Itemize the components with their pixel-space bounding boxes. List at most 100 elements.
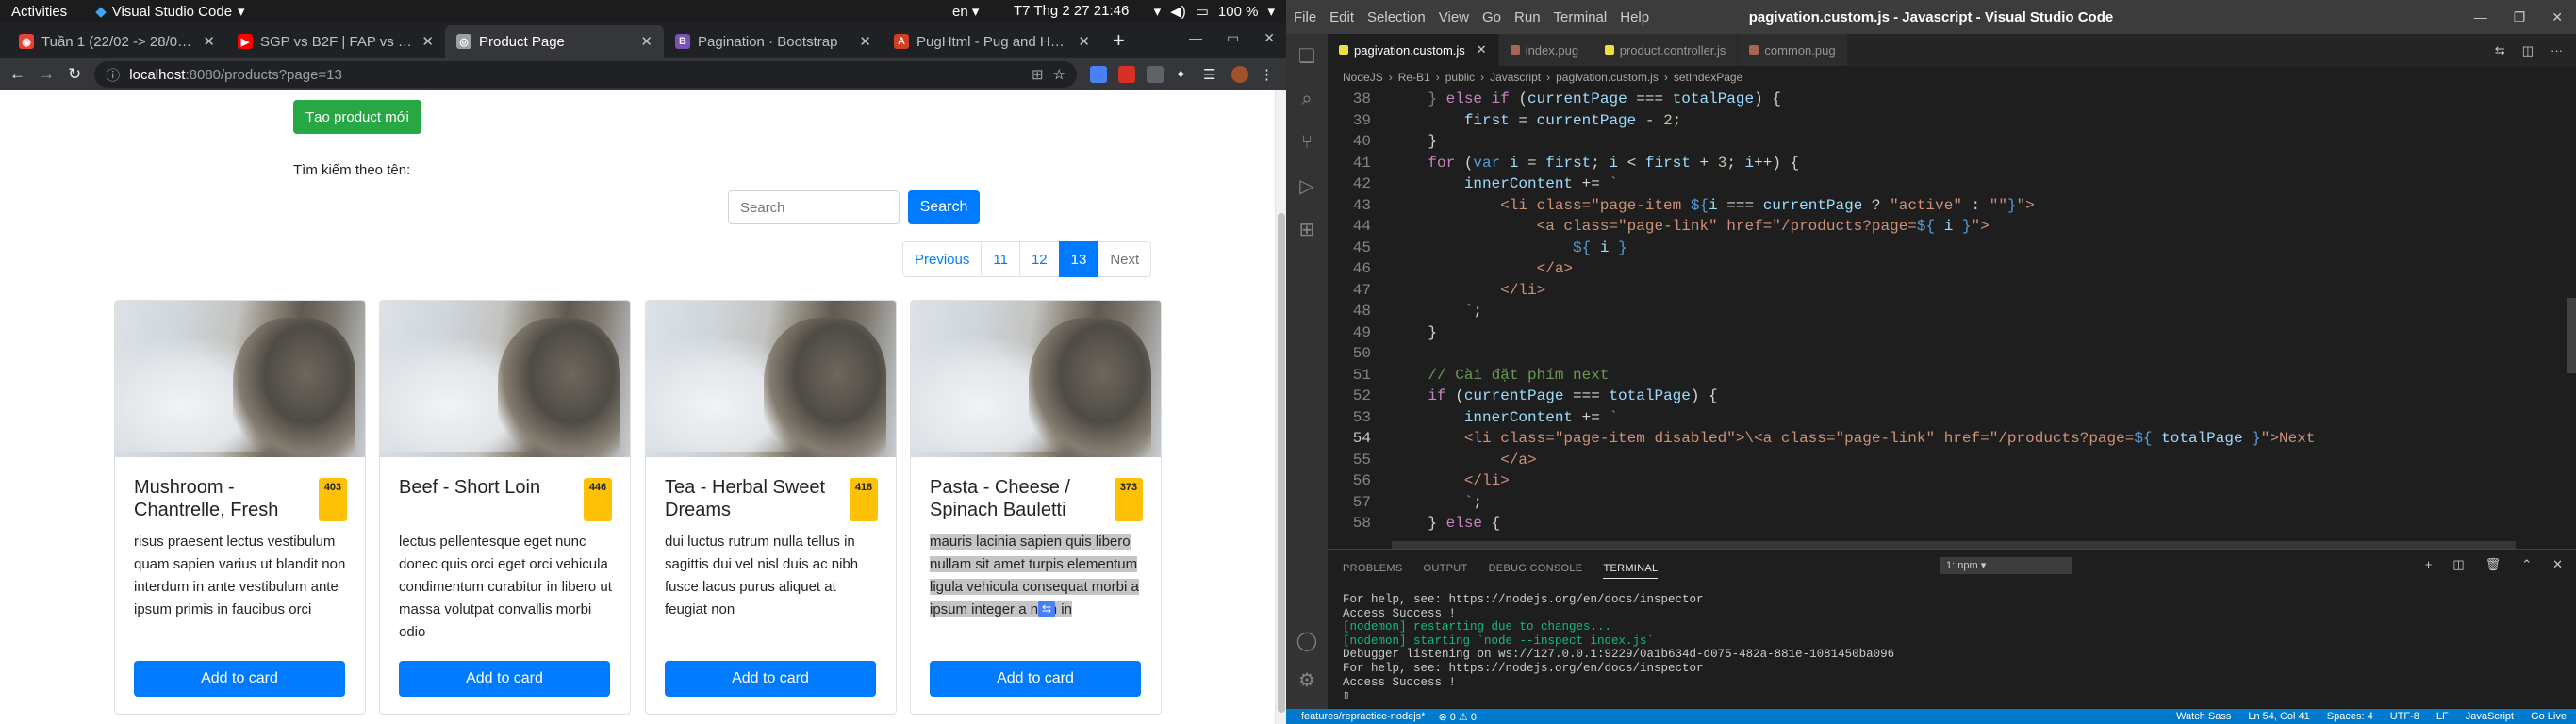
maximize-panel-icon[interactable]: ⌃ [2521, 557, 2532, 572]
page-link[interactable]: 13 [1058, 241, 1099, 277]
run-debug-icon[interactable]: ▷ [1286, 164, 1328, 207]
back-arrow-icon[interactable]: ← [9, 65, 25, 84]
maximize-icon[interactable]: ▭ [1227, 30, 1239, 46]
editor-scrollbar[interactable] [2563, 90, 2576, 547]
search-icon[interactable]: ⌕ [1286, 77, 1328, 121]
breadcrumb-item[interactable]: NodeJS [1343, 71, 1383, 84]
search-input[interactable] [728, 190, 900, 224]
browser-tab[interactable]: A PugHtml - Pug and HTML ✕ [883, 25, 1101, 58]
add-to-cart-button[interactable]: Add to card [134, 661, 345, 697]
tab-close-icon[interactable]: ✕ [640, 33, 652, 50]
terminal-select[interactable]: 1: npm ▾ [1940, 557, 2072, 574]
forward-arrow-icon[interactable]: → [39, 65, 55, 84]
editor-tab[interactable]: common.pug [1738, 34, 1848, 66]
browser-tab[interactable]: B Pagination · Bootstrap ✕ [664, 25, 883, 58]
compare-icon[interactable]: ⇆ [2495, 43, 2505, 58]
menu-item[interactable]: Selection [1367, 9, 1426, 25]
browser-tab[interactable]: ▶ SGP vs B2F | FAP vs VS ✕ [226, 25, 445, 58]
settings-gear-icon[interactable]: ⚙ [1286, 658, 1328, 701]
menu-item[interactable]: Help [1620, 9, 1649, 25]
new-tab-button[interactable]: + [1101, 28, 1136, 58]
status-item[interactable]: Ln 54, Col 41 [2248, 711, 2309, 722]
breadcrumb-item[interactable]: pagivation.custom.js [1556, 71, 1659, 84]
translate-extension-icon[interactable] [1090, 66, 1107, 83]
split-editor-icon[interactable]: ◫ [2522, 43, 2534, 58]
translate-icon[interactable]: ⊞ [1032, 66, 1044, 83]
horizontal-scrollbar[interactable] [1392, 541, 2516, 549]
breadcrumb-item[interactable]: setIndexPage [1674, 71, 1742, 84]
status-item[interactable]: Spaces: 4 [2327, 711, 2373, 722]
profile-avatar[interactable] [1231, 66, 1248, 83]
status-item[interactable]: LF [2436, 711, 2449, 722]
reload-icon[interactable]: ↻ [68, 65, 81, 84]
menu-item[interactable]: View [1439, 9, 1469, 25]
adblock-extension-icon[interactable] [1118, 66, 1135, 83]
scrollbar-thumb[interactable] [2567, 298, 2576, 373]
tab-close-icon[interactable]: ✕ [1477, 42, 1487, 58]
clock[interactable]: T7 Thg 2 27 21:46 [1014, 3, 1129, 19]
panel-tab[interactable]: OUTPUT [1424, 563, 1468, 579]
close-panel-icon[interactable]: ✕ [2552, 557, 2563, 572]
trash-icon[interactable]: 🗑 [2485, 557, 2502, 572]
bookmark-star-icon[interactable]: ☆ [1053, 66, 1065, 83]
tab-close-icon[interactable]: ✕ [859, 33, 871, 50]
scrollbar-thumb[interactable] [1278, 213, 1285, 713]
code-editor[interactable]: 38 39 40 41 42 43 44 45 46 47 48 49 50 51 52 53 54 55 56 57… [1328, 90, 2563, 547]
close-icon[interactable]: ✕ [2551, 9, 2563, 25]
add-to-cart-button[interactable]: Add to card [930, 661, 1141, 697]
close-icon[interactable]: ✕ [1263, 30, 1275, 46]
status-item[interactable]: UTF-8 [2390, 711, 2419, 722]
activities-button[interactable]: Activities [11, 4, 67, 20]
browser-tab[interactable]: ◎ Product Page ✕ [445, 25, 664, 58]
menu-item[interactable]: Terminal [1554, 9, 1608, 25]
app-menu[interactable]: ◆ Visual Studio Code ▾ [95, 3, 244, 21]
address-bar[interactable]: ⓘ localhost:8080/products?page=13 ⊞ ☆ [94, 61, 1077, 88]
page-link[interactable]: 11 [981, 241, 1020, 277]
tab-close-icon[interactable]: ✕ [1078, 33, 1090, 50]
page-link[interactable]: 12 [1018, 241, 1060, 277]
page-link[interactable]: Previous [902, 241, 983, 277]
status-item[interactable]: JavaScript [2466, 711, 2514, 722]
explorer-icon[interactable]: ❏ [1286, 34, 1328, 77]
status-item[interactable]: ⊗ 0 ⚠ 0 [1438, 711, 1476, 723]
input-language[interactable]: en ▾ [952, 3, 979, 20]
editor-tab[interactable]: index.pug [1498, 34, 1593, 66]
breadcrumb-item[interactable]: Javascript [1490, 71, 1541, 84]
puzzle-icon[interactable]: ✦ [1175, 66, 1192, 83]
breadcrumb-item[interactable]: public [1445, 71, 1475, 84]
menu-item[interactable]: File [1294, 9, 1316, 25]
split-terminal-icon[interactable]: ◫ [2452, 557, 2464, 572]
create-product-button[interactable]: Tạo product mới [293, 100, 421, 134]
panel-tab[interactable]: TERMINAL [1603, 563, 1659, 579]
page-link[interactable]: Next [1098, 241, 1152, 277]
extensions-icon[interactable]: ⊞ [1286, 207, 1328, 251]
dark-extension-icon[interactable] [1147, 66, 1164, 83]
terminal-output[interactable]: For help, see: https://nodejs.org/en/doc… [1343, 593, 1894, 703]
minimize-icon[interactable]: — [2474, 9, 2487, 25]
page-scrollbar[interactable] [1275, 90, 1286, 724]
menu-kebab-icon[interactable]: ⋮ [1260, 66, 1277, 83]
reading-list-icon[interactable]: ☰ [1203, 66, 1220, 83]
minimize-icon[interactable]: — [1189, 30, 1202, 46]
panel-tab[interactable]: DEBUG CONSOLE [1489, 563, 1583, 579]
more-actions-icon[interactable]: ··· [2551, 43, 2563, 58]
panel-tab[interactable]: PROBLEMS [1343, 563, 1403, 579]
new-terminal-icon[interactable]: + [2425, 557, 2433, 572]
tab-close-icon[interactable]: ✕ [203, 33, 215, 50]
status-item[interactable]: features/repractice-nodejs* [1301, 711, 1425, 723]
system-tray[interactable]: ▾ ◀) ▭ 100 % ▾ [1154, 3, 1275, 21]
status-item[interactable]: Go Live [2531, 711, 2567, 722]
translate-popup-icon[interactable]: ⇆ [1038, 601, 1055, 617]
menu-item[interactable]: Go [1482, 9, 1501, 25]
tab-close-icon[interactable]: ✕ [421, 33, 434, 50]
breadcrumb-item[interactable]: Re-B1 [1398, 71, 1430, 84]
search-button[interactable]: Search [908, 190, 980, 224]
menu-item[interactable]: Edit [1329, 9, 1354, 25]
browser-tab[interactable]: ◉ Tuần 1 (22/02 -> 28/02) - ✕ [8, 25, 226, 58]
menu-item[interactable]: Run [1514, 9, 1541, 25]
accounts-icon[interactable]: ◯ [1286, 618, 1328, 662]
source-control-icon[interactable]: ⑂ [1286, 121, 1328, 164]
add-to-cart-button[interactable]: Add to card [399, 661, 610, 697]
status-item[interactable]: Watch Sass [2176, 711, 2231, 722]
add-to-cart-button[interactable]: Add to card [665, 661, 876, 697]
